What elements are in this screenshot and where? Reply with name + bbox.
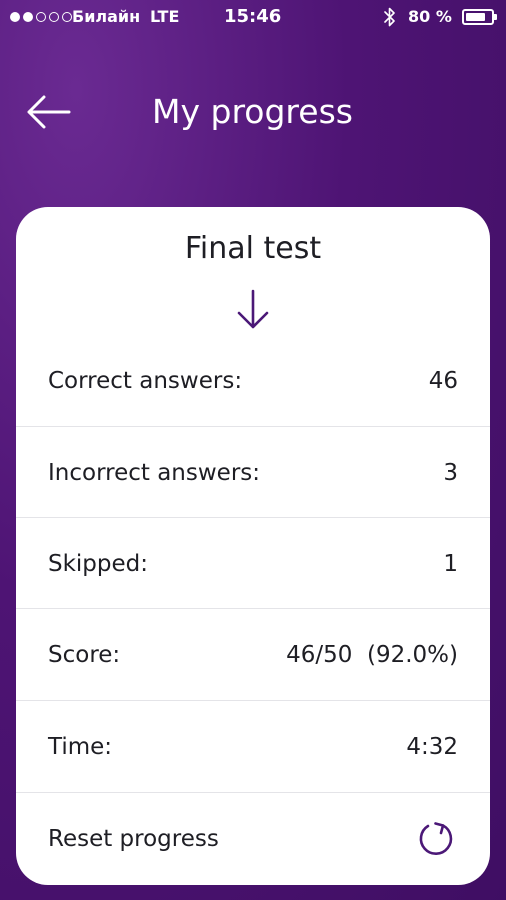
signal-strength-icon [10,12,72,22]
battery-percentage: 80 % [408,7,452,26]
battery-nub [494,14,497,20]
battery-icon [462,9,497,25]
carrier-name: Билайн [72,7,141,26]
status-time: 15:46 [224,6,282,27]
stat-label: Skipped: [48,551,149,577]
stat-label: Correct answers: [48,368,243,394]
signal-dot [62,12,72,22]
stat-value: 4:32 [406,734,458,760]
back-button[interactable] [22,90,74,134]
stat-value: 46/50 (92.0%) [286,642,458,668]
bluetooth-icon [384,7,396,32]
signal-dot [23,12,33,22]
card-title: Final test [184,231,322,266]
reset-progress-label: Reset progress [48,826,219,852]
stat-row-incorrect: Incorrect answers: 3 [16,426,490,518]
stat-label: Time: [48,734,113,760]
signal-dot [36,12,46,22]
back-arrow-icon[interactable] [25,94,71,130]
header: My progress [0,78,506,148]
stat-value: 1 [443,551,458,577]
progress-card: Final test Correct answers: 46 Incorrect… [16,207,490,885]
signal-dot [49,12,59,22]
stat-row-correct: Correct answers: 46 [16,335,490,427]
stat-row-skipped: Skipped: 1 [16,517,490,609]
reset-progress-button[interactable]: Reset progress [16,792,490,884]
stat-value: 3 [443,460,458,486]
battery-level-fill [466,13,486,21]
stat-label: Score: [48,642,121,668]
signal-dot [10,12,20,22]
stat-row-score: Score: 46/50 (92.0%) [16,608,490,700]
stat-label: Incorrect answers: [48,460,261,486]
stat-value: 46 [428,368,458,394]
page-title: My progress [152,92,353,131]
refresh-icon[interactable] [416,819,456,859]
status-bar: Билайн LTE 15:46 80 % [0,0,506,36]
arrow-down-icon [237,289,269,329]
network-type: LTE [150,7,180,26]
stat-row-time: Time: 4:32 [16,700,490,792]
